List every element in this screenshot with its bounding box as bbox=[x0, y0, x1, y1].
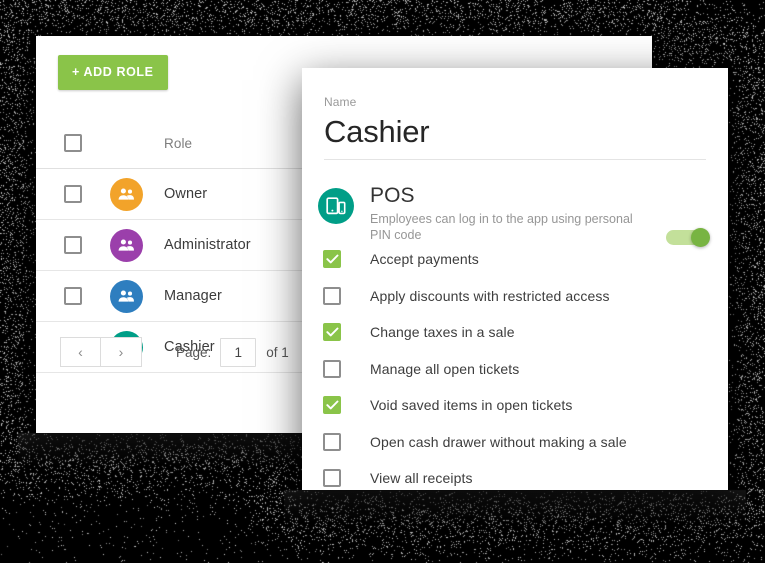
permission-label: Manage all open tickets bbox=[370, 360, 520, 377]
name-field-underline bbox=[324, 159, 706, 160]
permission-row[interactable]: Change taxes in a sale bbox=[318, 314, 718, 351]
permission-checkbox[interactable] bbox=[323, 396, 341, 415]
row-select-cell bbox=[36, 185, 110, 203]
name-field: Name Cashier bbox=[324, 95, 706, 160]
permission-checkbox[interactable] bbox=[323, 469, 341, 488]
permission-row[interactable]: Open cash drawer without making a sale bbox=[318, 424, 718, 461]
permissions-list: Accept payments Apply discounts with rest… bbox=[318, 241, 718, 490]
permission-checkbox[interactable] bbox=[323, 432, 341, 451]
pos-section: POS Employees can log in to the app usin… bbox=[318, 184, 712, 243]
permission-row[interactable]: Apply discounts with restricted access bbox=[318, 278, 718, 315]
permission-label: Apply discounts with restricted access bbox=[370, 287, 610, 304]
permission-checkbox[interactable] bbox=[323, 359, 341, 378]
row-select-checkbox[interactable] bbox=[64, 236, 82, 254]
page-total-label: of 1 bbox=[266, 344, 289, 360]
permission-checkbox[interactable] bbox=[323, 286, 341, 305]
row-select-checkbox[interactable] bbox=[64, 287, 82, 305]
permission-checkbox[interactable] bbox=[323, 323, 341, 342]
permission-row[interactable]: Accept payments bbox=[318, 241, 718, 278]
people-icon bbox=[110, 279, 143, 313]
next-page-button[interactable]: › bbox=[101, 337, 142, 367]
permission-checkbox[interactable] bbox=[323, 250, 341, 269]
role-name: Administrator bbox=[164, 237, 251, 253]
permission-label: Accept payments bbox=[370, 251, 479, 268]
permission-row[interactable]: Manage all open tickets bbox=[318, 351, 718, 388]
pos-text-block: POS Employees can log in to the app usin… bbox=[370, 184, 638, 243]
row-select-cell bbox=[36, 287, 110, 305]
people-icon bbox=[110, 177, 143, 211]
row-avatar-cell bbox=[110, 279, 164, 313]
role-detail-card: Name Cashier POS Employees can log in to… bbox=[302, 68, 728, 490]
name-field-label: Name bbox=[324, 95, 357, 109]
page-label: Page: bbox=[176, 344, 212, 360]
permission-row[interactable]: Void saved items in open tickets bbox=[318, 387, 718, 424]
row-avatar-cell bbox=[110, 177, 164, 211]
pos-devices-icon bbox=[318, 188, 354, 224]
pagination-buttons: ‹ › bbox=[60, 337, 142, 367]
permission-label: View all receipts bbox=[370, 470, 473, 487]
permission-label: Change taxes in a sale bbox=[370, 324, 515, 341]
people-icon bbox=[110, 228, 143, 262]
permission-row[interactable]: View all receipts bbox=[318, 460, 718, 490]
column-header-role: Role bbox=[164, 135, 193, 151]
select-all-checkbox[interactable] bbox=[64, 134, 82, 152]
pos-title: POS bbox=[370, 184, 415, 207]
row-select-checkbox[interactable] bbox=[64, 185, 82, 203]
prev-page-button[interactable]: ‹ bbox=[60, 337, 101, 367]
page-number-input[interactable] bbox=[220, 337, 257, 367]
permission-label: Open cash drawer without making a sale bbox=[370, 433, 627, 450]
role-name: Owner bbox=[164, 186, 208, 202]
permission-label: Void saved items in open tickets bbox=[370, 397, 573, 414]
select-all-cell bbox=[36, 134, 110, 152]
row-avatar-cell bbox=[110, 228, 164, 262]
role-name: Manager bbox=[164, 288, 222, 304]
row-select-cell bbox=[36, 236, 110, 254]
name-field-value[interactable]: Cashier bbox=[324, 113, 706, 151]
pos-description: Employees can log in to the app using pe… bbox=[370, 212, 633, 242]
add-role-button[interactable]: + ADD ROLE bbox=[58, 55, 168, 90]
